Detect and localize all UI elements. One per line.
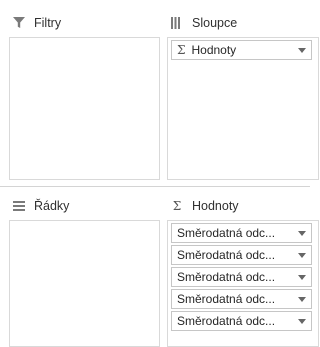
field-label: Směrodatná odc...	[177, 248, 276, 262]
columns-drop-zone[interactable]: Σ Hodnoty	[167, 37, 319, 180]
field-label: Směrodatná odc...	[177, 292, 276, 306]
rows-drop-zone[interactable]	[9, 220, 160, 347]
values-field-item[interactable]: Směrodatná odc...	[171, 311, 312, 331]
values-field-item[interactable]: Směrodatná odc...	[171, 245, 312, 265]
rows-area-header: Řádky	[10, 193, 69, 219]
values-field-item[interactable]: Směrodatná odc...	[171, 223, 312, 243]
values-field-item[interactable]: Směrodatná odc...	[171, 267, 312, 287]
filter-icon	[10, 17, 28, 29]
field-label: Hodnoty	[191, 43, 237, 57]
section-divider	[0, 186, 310, 187]
rows-title: Řádky	[34, 199, 70, 213]
values-field-item[interactable]: Směrodatná odc...	[171, 289, 312, 309]
columns-title: Sloupce	[192, 16, 238, 30]
dropdown-arrow-icon[interactable]	[293, 318, 311, 324]
rows-icon	[10, 200, 28, 212]
filters-drop-zone[interactable]	[9, 37, 160, 180]
dropdown-arrow-icon[interactable]	[293, 47, 311, 53]
sigma-icon: Σ	[177, 43, 186, 57]
values-area-header: Σ Hodnoty	[168, 193, 239, 219]
field-label: Směrodatná odc...	[177, 314, 276, 328]
dropdown-arrow-icon[interactable]	[293, 252, 311, 258]
field-label: Směrodatná odc...	[177, 270, 276, 284]
filters-title: Filtry	[34, 16, 62, 30]
columns-field-hodnoty[interactable]: Σ Hodnoty	[171, 40, 312, 60]
dropdown-arrow-icon[interactable]	[293, 274, 311, 280]
values-title: Hodnoty	[192, 199, 239, 213]
columns-icon	[168, 17, 186, 29]
filters-area-header: Filtry	[10, 10, 61, 36]
dropdown-arrow-icon[interactable]	[293, 296, 311, 302]
sigma-icon: Σ	[172, 199, 182, 213]
columns-area-header: Sloupce	[168, 10, 237, 36]
dropdown-arrow-icon[interactable]	[293, 230, 311, 236]
field-label: Směrodatná odc...	[177, 226, 276, 240]
values-drop-zone[interactable]: Směrodatná odc... Směrodatná odc... Směr…	[167, 220, 319, 347]
